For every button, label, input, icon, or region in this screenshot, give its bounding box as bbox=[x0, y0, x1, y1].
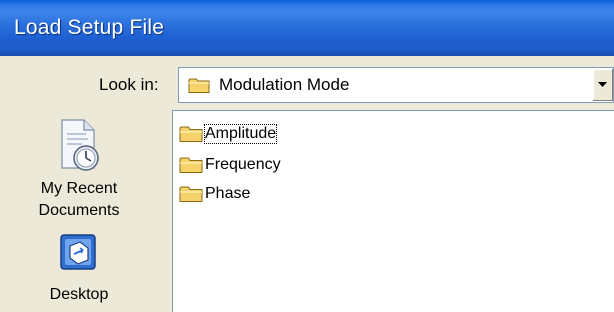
title-bar[interactable]: Load Setup File bbox=[0, 0, 614, 56]
look-in-label: Look in: bbox=[99, 75, 159, 94]
places-item-desktop[interactable]: Desktop bbox=[30, 230, 128, 306]
recent-documents-icon bbox=[61, 119, 99, 171]
list-item-name: Amplitude bbox=[203, 124, 278, 144]
places-item-label-line1: My Recent bbox=[40, 180, 118, 197]
list-item-name: Frequency bbox=[205, 156, 281, 173]
list-item-name: Phase bbox=[205, 185, 251, 202]
places-bar: My Recent Documents Desktop bbox=[0, 110, 158, 312]
file-list[interactable]: Amplitude Frequency Phase bbox=[172, 110, 614, 312]
desktop-icon bbox=[60, 234, 96, 270]
look-in-dropdown[interactable]: Modulation Mode bbox=[178, 67, 614, 103]
load-setup-file-dialog: Load Setup File Look in: Modulation Mode bbox=[0, 0, 614, 312]
window-title: Load Setup File bbox=[14, 16, 165, 39]
dropdown-arrow-button[interactable] bbox=[592, 69, 613, 101]
places-item-recent-documents[interactable]: My Recent Documents bbox=[30, 118, 128, 222]
list-item[interactable]: Amplitude bbox=[179, 123, 278, 145]
look-in-selected-value: Modulation Mode bbox=[219, 75, 350, 94]
folder-icon bbox=[179, 126, 203, 142]
chevron-down-icon bbox=[598, 82, 607, 87]
list-item[interactable]: Phase bbox=[179, 183, 250, 205]
folder-icon bbox=[188, 78, 210, 93]
list-item[interactable]: Frequency bbox=[179, 154, 281, 176]
folder-icon bbox=[179, 157, 203, 173]
places-item-label-line2: Documents bbox=[38, 202, 120, 219]
folder-icon bbox=[179, 186, 203, 202]
places-item-label: Desktop bbox=[49, 286, 109, 303]
